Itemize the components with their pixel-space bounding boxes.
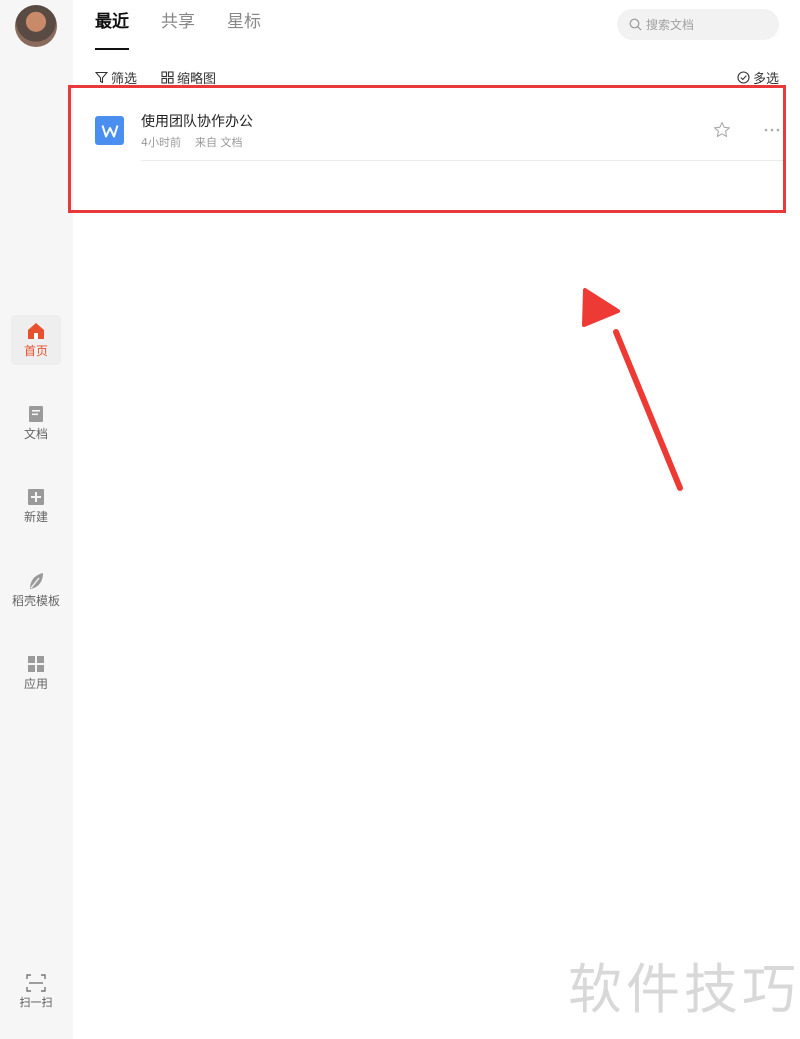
sidebar-item-new[interactable]: 新建 [11, 481, 61, 531]
red-arrow-annotation [582, 288, 683, 491]
tab-recent[interactable]: 最近 [95, 10, 129, 50]
tab-shared[interactable]: 共享 [161, 10, 195, 42]
sidebar-item-documents[interactable]: 文档 [11, 398, 61, 448]
grid-icon [28, 656, 44, 672]
document-icon [29, 406, 43, 422]
home-icon [28, 323, 44, 339]
sidebar-item-templates[interactable]: 稻壳模板 [11, 565, 61, 615]
sidebar: 首页 文档 新建 稻壳模板 应用 扫一扫 [0, 0, 73, 1039]
highlight-annotation-box [68, 85, 786, 213]
sidebar-item-home[interactable]: 首页 [11, 315, 61, 365]
tab-bar: 最近 共享 星标 [95, 10, 261, 50]
scan-label: 扫一扫 [19, 996, 53, 1009]
sidebar-item-label: 文档 [23, 427, 48, 441]
watermark-text: 软件技巧 [568, 958, 800, 1021]
avatar[interactable] [15, 5, 57, 47]
filter-icon [95, 71, 108, 84]
check-circle-icon [737, 71, 750, 84]
search-input[interactable] [646, 17, 766, 32]
search-icon [629, 18, 642, 31]
sidebar-item-label: 新建 [23, 510, 48, 524]
plus-icon [28, 489, 44, 505]
thumbnail-icon [161, 71, 174, 84]
search-box[interactable] [617, 9, 779, 40]
sidebar-item-apps[interactable]: 应用 [11, 648, 61, 698]
scan-icon [26, 974, 46, 992]
scan-button[interactable]: 扫一扫 [10, 970, 62, 1014]
leaf-icon [30, 573, 43, 589]
sidebar-item-label: 应用 [23, 677, 48, 691]
sidebar-item-label: 首页 [23, 344, 48, 358]
sidebar-item-label: 稻壳模板 [11, 594, 60, 608]
tab-starred[interactable]: 星标 [227, 10, 261, 42]
